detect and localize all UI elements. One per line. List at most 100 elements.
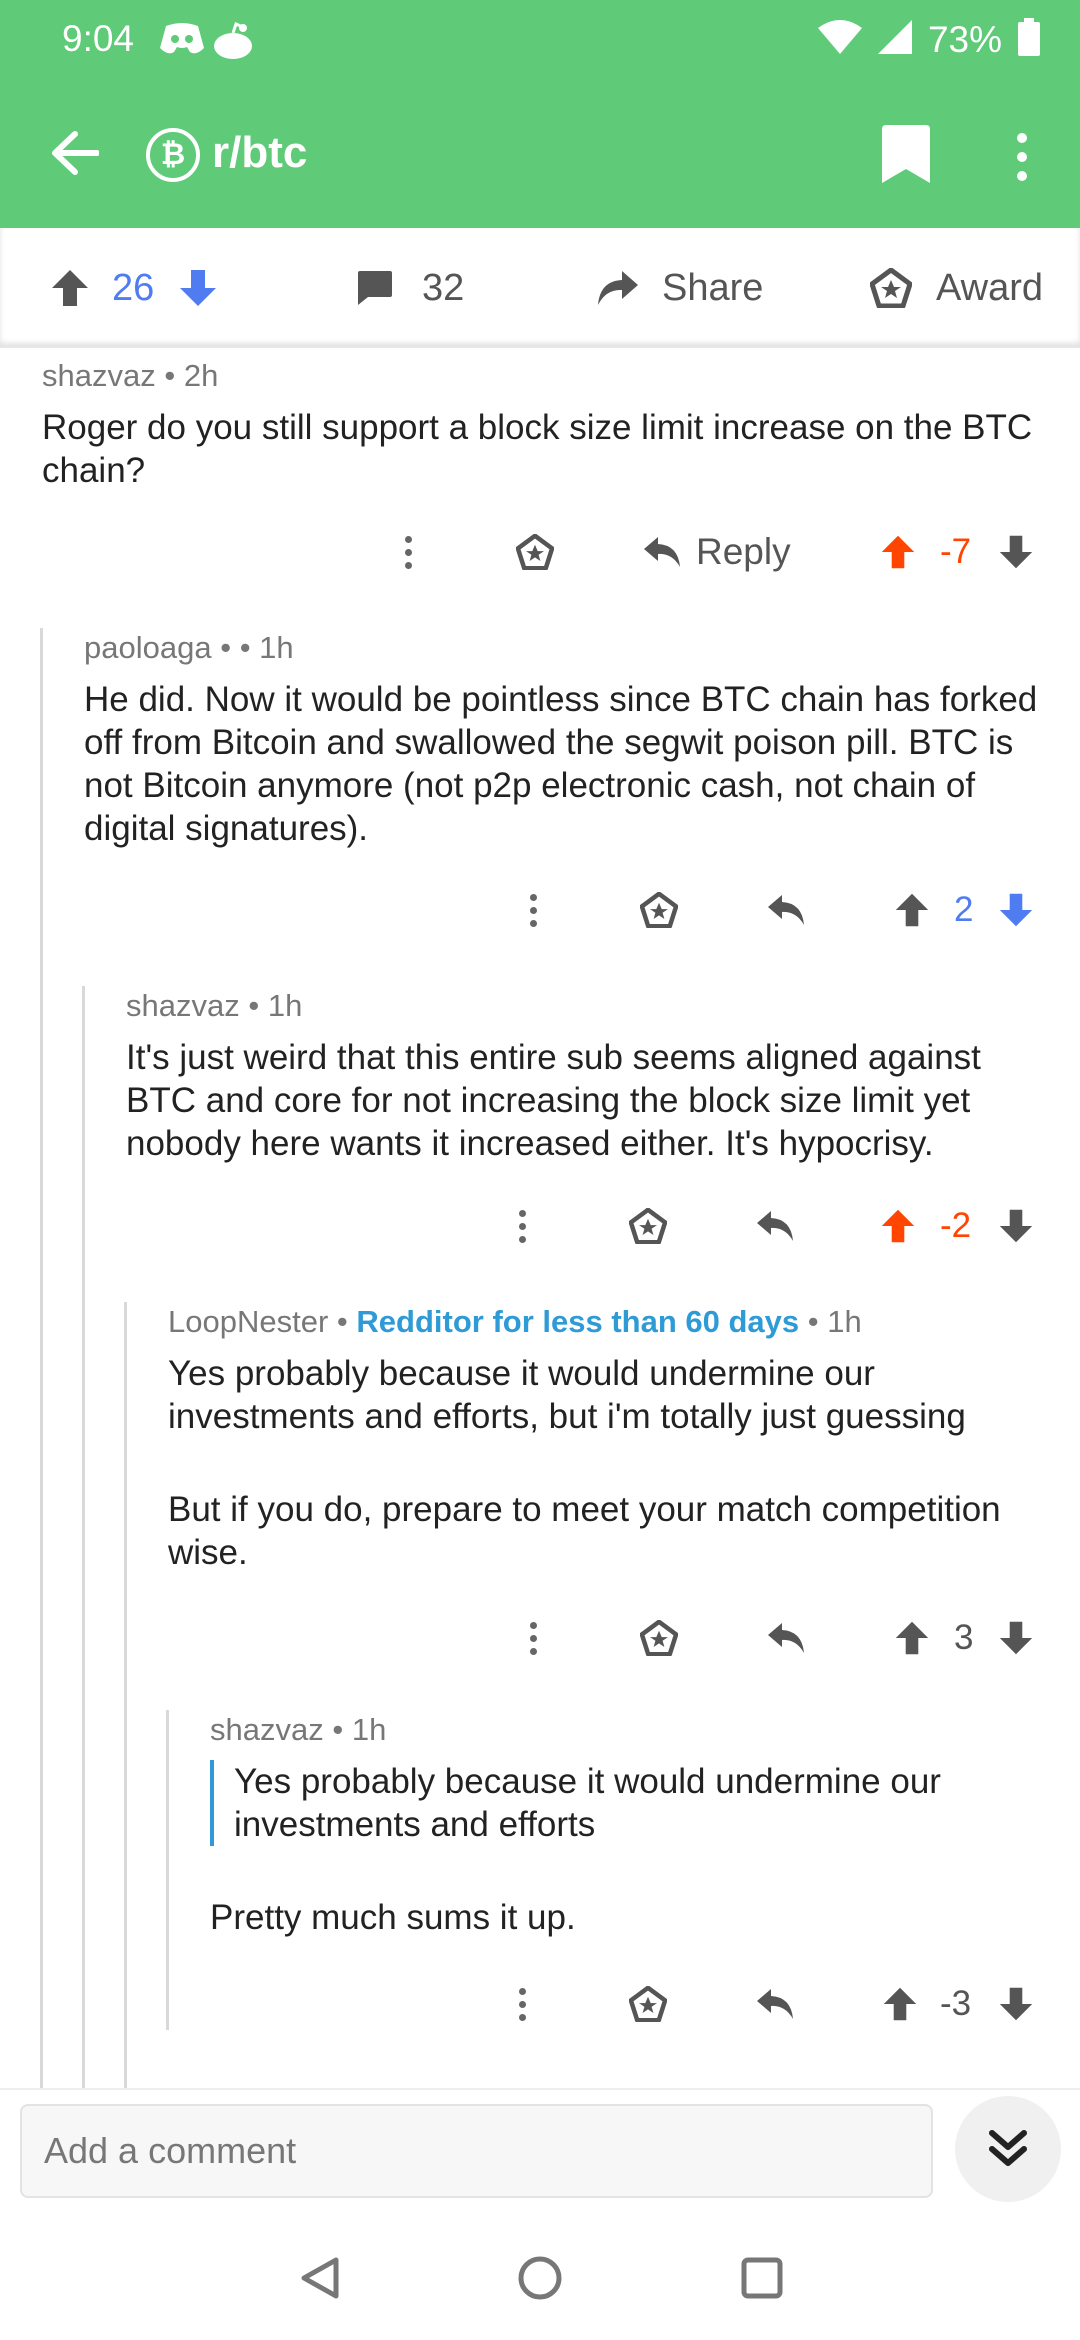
comment-age: 1h [267, 988, 303, 1023]
system-nav-bar [0, 2210, 1080, 2340]
subreddit-title[interactable]: r/btc [212, 128, 307, 178]
award-label: Award [936, 266, 1044, 309]
comment-award-button[interactable] [640, 1608, 678, 1668]
comment-upvote-button[interactable] [894, 880, 930, 940]
comment-award-button[interactable] [629, 1974, 667, 2034]
back-button[interactable] [40, 118, 110, 188]
comment-downvote-button[interactable] [998, 880, 1034, 940]
award-icon [629, 1208, 667, 1244]
comment-actions: 3 [0, 1608, 1080, 1668]
comment-thread[interactable]: shazvaz • 2h Roger do you still support … [0, 350, 1080, 2088]
reply-button[interactable] [755, 1974, 795, 2034]
post-downvote-button[interactable] [178, 228, 218, 348]
comment-author[interactable]: LoopNester [168, 1304, 328, 1339]
upvote-icon [52, 270, 88, 306]
status-bar: 9:04 73% [0, 0, 1080, 80]
comment-more-button[interactable] [516, 1974, 528, 2034]
award-icon [640, 892, 678, 928]
comment-author[interactable]: paoloaga [84, 630, 212, 665]
reply-icon [768, 895, 804, 925]
comment[interactable]: paoloaga • • 1h He did. Now it would be … [84, 630, 1044, 850]
battery-icon [1018, 18, 1040, 61]
jump-to-next-button[interactable] [955, 2096, 1061, 2202]
bitcoin-icon[interactable]: ₿ [146, 128, 200, 182]
comment-more-button[interactable] [527, 1608, 539, 1668]
comment-age: 1h [259, 630, 294, 665]
nav-home-button[interactable] [510, 2248, 570, 2308]
comment-score: 3 [954, 1618, 974, 1657]
comment-body: Roger do you still support a block size … [42, 408, 1033, 490]
add-comment-input[interactable] [20, 2104, 933, 2198]
more-vert-icon[interactable] [1000, 122, 1044, 192]
reddit-notification-icon [213, 21, 253, 65]
award-icon [516, 534, 554, 570]
bookmark-button[interactable] [880, 125, 940, 189]
comment-actions: 2 [0, 880, 1080, 940]
comment-downvote-button[interactable] [998, 1608, 1034, 1668]
comment-meta: shazvaz • 1h [126, 988, 303, 1023]
reply-icon [644, 537, 680, 567]
comment-body: Yes probably because it would undermine … [168, 1354, 1001, 1572]
comment-body: It's just weird that this entire sub see… [126, 1038, 981, 1163]
comment[interactable]: shazvaz • 1h Yes probably because it wou… [210, 1712, 1060, 1939]
more-vert-icon [527, 893, 539, 927]
downvote-icon [180, 270, 216, 306]
post-score: 26 [112, 266, 155, 309]
post-upvote-button[interactable] [50, 228, 90, 348]
reply-button[interactable]: Reply [642, 522, 791, 582]
upvote-icon [895, 1621, 929, 1655]
comment-score: -2 [940, 1206, 972, 1245]
comment-meta: paoloaga • • 1h [84, 630, 294, 665]
comment-body: He did. Now it would be pointless since … [84, 680, 1038, 848]
downvote-icon [999, 535, 1033, 569]
discord-notification-icon [160, 22, 204, 61]
reply-button[interactable] [755, 1196, 795, 1256]
share-icon [598, 271, 638, 305]
more-vert-icon [402, 535, 414, 569]
app-bar: ₿ r/btc [0, 80, 1080, 228]
share-label: Share [662, 266, 764, 309]
comment-author[interactable]: shazvaz [210, 1712, 324, 1747]
comment-upvote-button[interactable] [880, 522, 916, 582]
comment-award-button[interactable] [516, 522, 554, 582]
comment-author[interactable]: shazvaz [42, 358, 156, 393]
comment-actions: -2 [0, 1196, 1080, 1256]
circle-home-icon [518, 2256, 562, 2300]
more-vert-icon [516, 1209, 528, 1243]
comment-more-button[interactable] [402, 522, 414, 582]
double-chevron-down-icon [989, 2130, 1027, 2166]
battery-percent: 73% [927, 18, 1002, 60]
comment-downvote-button[interactable] [998, 1974, 1034, 2034]
comment-award-button[interactable] [629, 1196, 667, 1256]
comment-upvote-button[interactable] [882, 1974, 918, 2034]
downvote-icon [999, 893, 1033, 927]
award-button[interactable]: Award [870, 228, 1043, 348]
comment-author[interactable]: shazvaz [126, 988, 240, 1023]
comment[interactable]: LoopNester • Redditor for less than 60 d… [168, 1304, 1068, 1574]
nav-recents-button[interactable] [732, 2248, 792, 2308]
comments-button[interactable]: 32 [354, 228, 464, 348]
comment-icon [358, 271, 392, 305]
comment[interactable]: shazvaz • 2h Roger do you still support … [42, 358, 1042, 492]
comment-downvote-button[interactable] [998, 522, 1034, 582]
signal-icon [877, 20, 912, 59]
comment[interactable]: shazvaz • 1h It's just weird that this e… [126, 988, 1046, 1165]
block-quote: Yes probably because it would undermine … [210, 1760, 1060, 1846]
upvote-icon [881, 535, 915, 569]
upvote-icon [883, 1987, 917, 2021]
comment-downvote-button[interactable] [998, 1196, 1034, 1256]
comment-more-button[interactable] [516, 1196, 528, 1256]
status-time: 9:04 [62, 18, 135, 59]
comment-more-button[interactable] [527, 880, 539, 940]
comment-award-button[interactable] [640, 880, 678, 940]
triangle-back-icon [301, 2257, 339, 2299]
reply-icon [757, 1211, 793, 1241]
share-button[interactable]: Share [596, 228, 763, 348]
reply-icon [757, 1989, 793, 2019]
comment-upvote-button[interactable] [880, 1196, 916, 1256]
reply-button[interactable] [766, 880, 806, 940]
award-icon [629, 1986, 667, 2022]
reply-button[interactable] [766, 1608, 806, 1668]
nav-back-button[interactable] [290, 2248, 350, 2308]
comment-upvote-button[interactable] [894, 1608, 930, 1668]
